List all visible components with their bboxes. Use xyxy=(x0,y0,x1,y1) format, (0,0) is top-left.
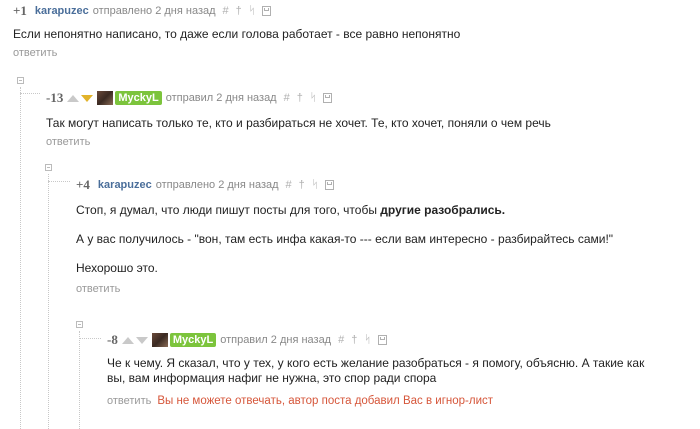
branch-icon[interactable]: ᛋ xyxy=(249,5,256,17)
comment-author[interactable]: karapuzec xyxy=(35,5,89,17)
reply-link[interactable]: ответить xyxy=(46,136,551,148)
comment-tools: # † ᛋ xyxy=(284,92,333,104)
comment-header: -13 MyckyL отправил 2 дня назад # † ᛋ xyxy=(46,90,551,106)
save-icon[interactable] xyxy=(325,180,335,190)
avatar[interactable] xyxy=(151,333,168,347)
comment-rating: -13 xyxy=(46,90,64,105)
parent-arrow-icon[interactable]: † xyxy=(351,334,357,346)
branch-icon[interactable]: ᛋ xyxy=(312,179,319,191)
thread-line-3 xyxy=(79,331,81,429)
comment-rating: -8 xyxy=(107,332,118,347)
save-icon[interactable] xyxy=(323,93,333,103)
comment-rating: +4 xyxy=(76,177,90,192)
branch-icon[interactable]: ᛋ xyxy=(364,334,371,346)
reply-link[interactable]: ответить xyxy=(13,47,460,59)
reply-link[interactable]: ответить xyxy=(107,395,151,407)
comment-text: Если непонятно написано, то даже если го… xyxy=(13,27,461,41)
comment-header: +4 karapuzec отправлено 2 дня назад # † … xyxy=(76,177,613,193)
vote-controls xyxy=(121,336,148,344)
thread-branch-2 xyxy=(48,181,70,183)
comment-2: -13 MyckyL отправил 2 дня назад # † ᛋ Та… xyxy=(46,90,551,148)
comment-4: -8 MyckyL отправил 2 дня назад # † ᛋ Че … xyxy=(107,332,687,409)
comment-date[interactable]: отправил 2 дня назад xyxy=(220,334,331,346)
comment-date[interactable]: отправлено 2 дня назад xyxy=(93,5,216,17)
comment-3: +4 karapuzec отправлено 2 дня назад # † … xyxy=(76,177,613,295)
bold-text: другие разобрались. xyxy=(380,203,506,217)
comment-paragraph: Нехорошо это. xyxy=(76,261,158,275)
blocked-notice: Вы не можете отвечать, автор поста добав… xyxy=(157,395,494,407)
comment-header: -8 MyckyL отправил 2 дня назад # † ᛋ xyxy=(107,332,687,348)
comment-date[interactable]: отправлено 2 дня назад xyxy=(156,179,279,191)
vote-down-icon[interactable] xyxy=(135,336,148,344)
vote-down-icon[interactable] xyxy=(81,94,94,102)
comment-line: вы, вам информация нафиг не нужна, это с… xyxy=(107,371,437,385)
reply-row: ответить Вы не можете отвечать, автор пос… xyxy=(107,391,687,409)
parent-arrow-icon[interactable]: † xyxy=(299,179,305,191)
comment-text: Стоп, я думал, что люди пишут посты для … xyxy=(76,203,613,276)
comment-text: Так могут написать только те, кто и разб… xyxy=(46,116,551,130)
comment-line: Че к чему. Я сказал, что у тех, у кого е… xyxy=(107,356,645,370)
branch-icon[interactable]: ᛋ xyxy=(310,92,317,104)
comment-tools: # † ᛋ xyxy=(223,5,272,17)
avatar[interactable] xyxy=(97,91,114,105)
hash-icon[interactable]: # xyxy=(338,334,344,346)
collapse-toggle-2[interactable] xyxy=(45,164,52,171)
thread-branch-1 xyxy=(20,93,40,95)
vote-up-icon[interactable] xyxy=(67,94,80,102)
comment-paragraph: А у вас получилось - "вон, там есть инфа… xyxy=(76,232,614,246)
parent-arrow-icon[interactable]: † xyxy=(297,92,303,104)
reply-link[interactable]: ответить xyxy=(76,283,613,295)
comment-rating: +1 xyxy=(13,3,27,18)
comment-header: +1 karapuzec отправлено 2 дня назад # † … xyxy=(13,3,460,19)
hash-icon[interactable]: # xyxy=(286,179,292,191)
collapse-toggle-3[interactable] xyxy=(76,321,83,328)
collapse-toggle-1[interactable] xyxy=(17,77,24,84)
save-icon[interactable] xyxy=(377,335,387,345)
comment-tools: # † ᛋ xyxy=(338,334,387,346)
comment-date[interactable]: отправил 2 дня назад xyxy=(166,92,277,104)
comment-1: +1 karapuzec отправлено 2 дня назад # † … xyxy=(13,3,460,59)
thread-line-2 xyxy=(48,174,50,429)
paragraph-text: Стоп, я думал, что люди пишут посты для … xyxy=(76,203,381,217)
hash-icon[interactable]: # xyxy=(284,92,290,104)
hash-icon[interactable]: # xyxy=(223,5,229,17)
comment-author[interactable]: MyckyL xyxy=(169,333,217,347)
comment-author[interactable]: MyckyL xyxy=(115,91,162,105)
comment-author[interactable]: karapuzec xyxy=(98,179,152,191)
comment-tools: # † ᛋ xyxy=(286,179,335,191)
thread-line-1 xyxy=(20,87,22,429)
parent-arrow-icon[interactable]: † xyxy=(236,5,242,17)
vote-controls xyxy=(67,94,94,102)
thread-branch-3 xyxy=(79,338,101,340)
comment-paragraph: Стоп, я думал, что люди пишут посты для … xyxy=(76,203,613,218)
vote-up-icon[interactable] xyxy=(121,336,134,344)
comment-text: Че к чему. Я сказал, что у тех, у кого е… xyxy=(107,356,687,386)
save-icon[interactable] xyxy=(262,6,272,16)
